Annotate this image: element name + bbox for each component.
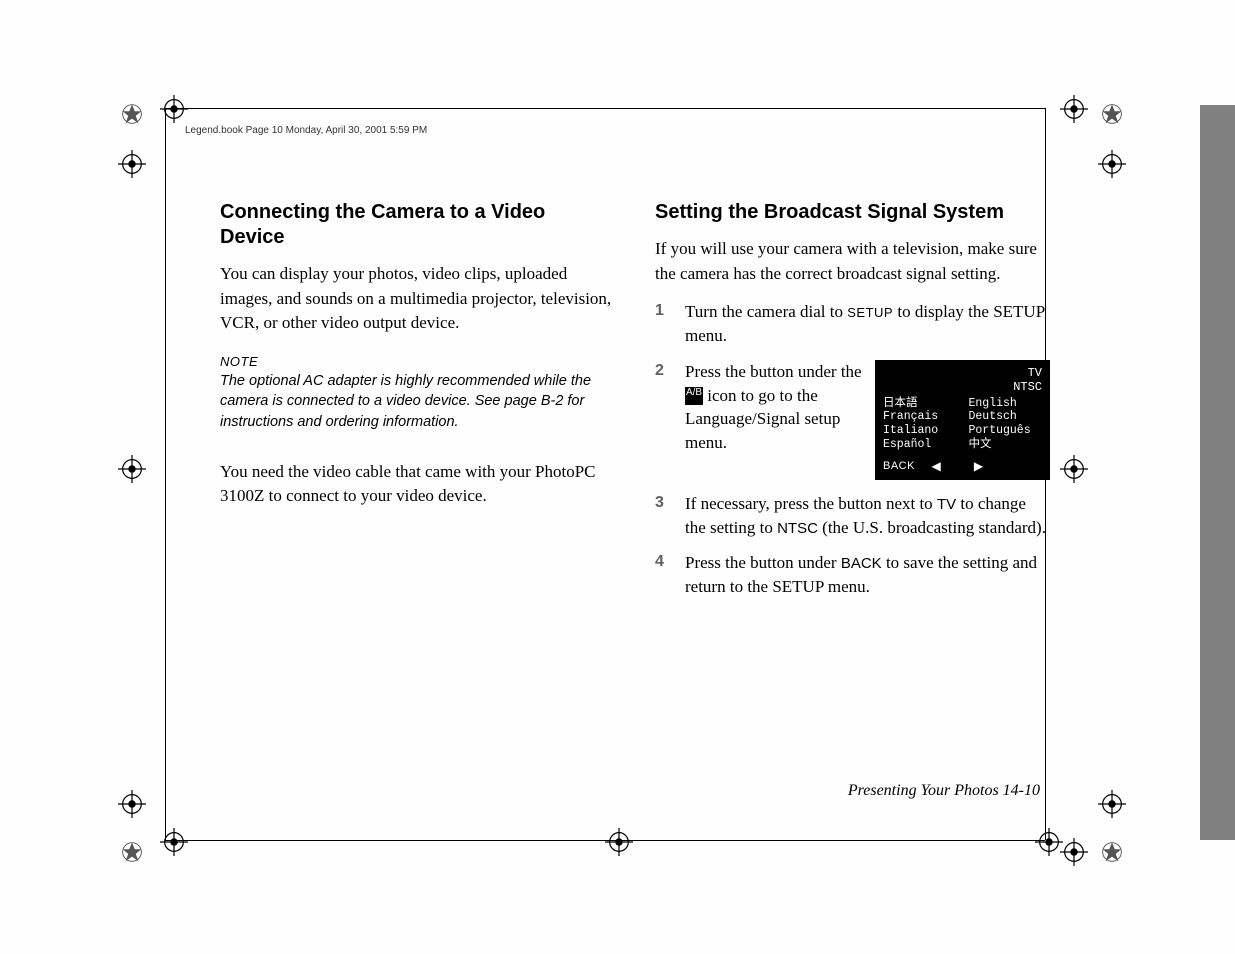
- step3-text-c: (the U.S. broadcasting standard).: [818, 518, 1046, 537]
- crop-mark-icon: [1060, 95, 1088, 123]
- crop-mark-icon: [118, 790, 146, 818]
- lang-zh: 中文: [969, 438, 1043, 452]
- crop-mark-icon: [160, 828, 188, 856]
- step2-text-b: icon to go to the Language/Signal setup …: [685, 386, 840, 453]
- step3-text-a: If necessary, press the button next to: [685, 494, 937, 513]
- note-heading: NOTE: [220, 354, 615, 369]
- lcd-screenshot: TV NTSC 日本語 Français Italiano Español En…: [875, 360, 1050, 480]
- setup-label-icon: SETUP: [847, 304, 893, 322]
- lang-pt: Português: [969, 424, 1043, 438]
- registration-star-icon: [1098, 838, 1126, 866]
- crop-mark-icon: [605, 828, 633, 856]
- lang-it: Italiano: [883, 424, 957, 438]
- lang-de: Deutsch: [969, 410, 1043, 424]
- lcd-tv-label: TV: [1028, 366, 1042, 380]
- crop-mark-icon: [118, 150, 146, 178]
- page-footer: Presenting Your Photos 14-10: [848, 782, 1040, 800]
- step-2: TV NTSC 日本語 Français Italiano Español En…: [655, 360, 1050, 480]
- back-label: BACK: [841, 555, 882, 572]
- broadcast-intro: If you will use your camera with a telev…: [655, 237, 1050, 286]
- crop-mark-icon: [1098, 790, 1126, 818]
- lcd-back-label: BACK: [883, 460, 915, 473]
- crop-mark-icon: [160, 95, 188, 123]
- crop-mark-icon: [1035, 828, 1063, 856]
- step2-text-a: Press the button under the: [685, 362, 862, 381]
- cable-paragraph: You need the video cable that came with …: [220, 460, 615, 509]
- intro-paragraph: You can display your photos, video clips…: [220, 262, 615, 336]
- ntsc-label: NTSC: [777, 520, 818, 537]
- lcd-lang-col1: 日本語 Français Italiano Español: [883, 397, 957, 452]
- left-column: Connecting the Camera to a Video Device …: [220, 200, 615, 611]
- top-rule: [165, 108, 1045, 109]
- step4-text-a: Press the button under: [685, 553, 841, 572]
- right-column: Setting the Broadcast Signal System If y…: [655, 200, 1050, 611]
- lang-fr: Français: [883, 410, 957, 424]
- steps-list: Turn the camera dial to SETUP to display…: [655, 300, 1050, 599]
- heading-connecting: Connecting the Camera to a Video Device: [220, 200, 615, 250]
- running-header: Legend.book Page 10 Monday, April 30, 20…: [185, 125, 427, 136]
- left-rule: [165, 108, 166, 840]
- crop-mark-icon: [1060, 838, 1088, 866]
- page-content: Connecting the Camera to a Video Device …: [220, 200, 1050, 611]
- step1-text-a: Turn the camera dial to: [685, 302, 847, 321]
- crop-mark-icon: [1060, 455, 1088, 483]
- lcd-lang-col2: English Deutsch Português 中文: [969, 397, 1043, 452]
- lcd-right-arrow-icon: ▶: [957, 459, 999, 473]
- right-margin-bar: [1200, 105, 1235, 840]
- crop-mark-icon: [118, 455, 146, 483]
- crop-mark-icon: [1098, 150, 1126, 178]
- note-body: The optional AC adapter is highly recomm…: [220, 371, 615, 432]
- lcd-ntsc-label: NTSC: [1013, 380, 1042, 394]
- step-3: If necessary, press the button next to T…: [655, 492, 1050, 540]
- step-1: Turn the camera dial to SETUP to display…: [655, 300, 1050, 348]
- lang-en: English: [969, 397, 1043, 411]
- language-signal-icon: A/B: [685, 387, 703, 405]
- step-4: Press the button under BACK to save the …: [655, 551, 1050, 599]
- registration-star-icon: [118, 100, 146, 128]
- tv-label: TV: [937, 496, 956, 513]
- lcd-left-arrow-icon: ◀: [915, 459, 957, 473]
- registration-star-icon: [1098, 100, 1126, 128]
- heading-broadcast: Setting the Broadcast Signal System: [655, 200, 1050, 225]
- lang-jp: 日本語: [883, 397, 957, 411]
- lang-es: Español: [883, 438, 957, 452]
- registration-star-icon: [118, 838, 146, 866]
